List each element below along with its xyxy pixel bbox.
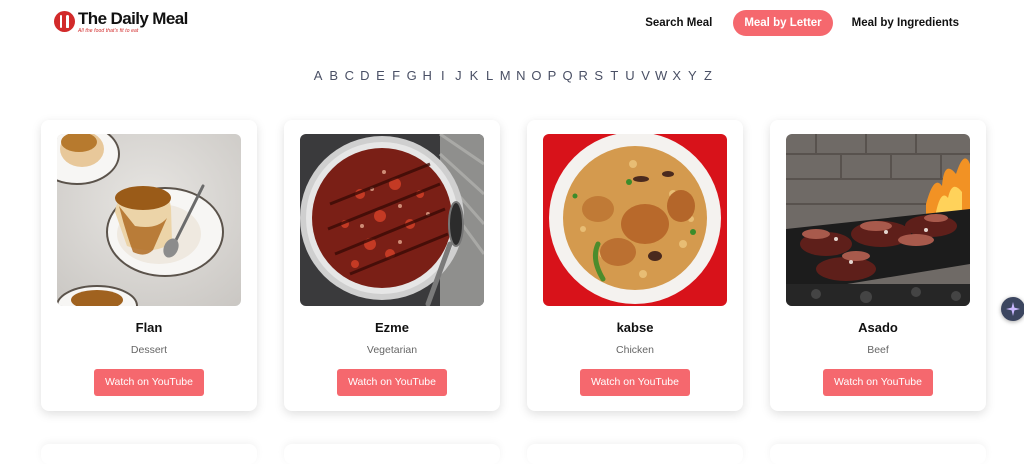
meal-category: Beef (867, 344, 889, 356)
letter-g[interactable]: G (404, 68, 420, 83)
letter-r[interactable]: R (575, 68, 591, 83)
meal-category: Chicken (616, 344, 654, 356)
meal-card-partial (284, 444, 500, 464)
meal-name: Asado (858, 320, 898, 335)
letter-p[interactable]: P (544, 68, 560, 83)
letter-j[interactable]: J (451, 68, 467, 83)
letter-o[interactable]: O (529, 68, 545, 83)
brand-tagline: All the food that's fit to eat (78, 28, 139, 34)
meal-category: Vegetarian (366, 344, 418, 356)
logo[interactable]: The Daily Meal All the food that's fit t… (54, 10, 188, 34)
watch-on-youtube-button[interactable]: Watch on YouTube (580, 369, 690, 396)
letter-v[interactable]: V (638, 68, 654, 83)
letter-d[interactable]: D (357, 68, 373, 83)
meal-name: kabse (616, 320, 654, 335)
letter-e[interactable]: E (373, 68, 389, 83)
meal-name: Flan (135, 320, 163, 335)
assistant-widget-button[interactable] (1001, 297, 1024, 321)
logo-text: The Daily Meal All the food that's fit t… (78, 10, 188, 34)
nav-meal-by-letter[interactable]: Meal by Letter (733, 10, 833, 36)
letter-w[interactable]: W (653, 68, 669, 83)
nav-search-meal[interactable]: Search Meal (634, 10, 723, 36)
letter-q[interactable]: Q (560, 68, 576, 83)
letter-t[interactable]: T (607, 68, 623, 83)
brand-name: The Daily Meal (78, 9, 188, 28)
letter-n[interactable]: N (513, 68, 529, 83)
meal-card-partial (527, 444, 743, 464)
meal-name: Ezme (375, 320, 409, 335)
flan-image[interactable] (57, 134, 241, 306)
letter-z[interactable]: Z (700, 68, 716, 83)
letter-i[interactable]: I (435, 68, 451, 83)
letter-s[interactable]: S (591, 68, 607, 83)
letter-h[interactable]: H (419, 68, 435, 83)
meal-card: Flan Dessert Watch on YouTube (41, 120, 257, 411)
fork-knife-icon (54, 11, 75, 32)
header: The Daily Meal All the food that's fit t… (0, 0, 1024, 46)
meal-card: kabse Chicken Watch on YouTube (527, 120, 743, 411)
letter-m[interactable]: M (497, 68, 513, 83)
letter-x[interactable]: X (669, 68, 685, 83)
meal-card-partial (770, 444, 986, 464)
watch-on-youtube-button[interactable]: Watch on YouTube (94, 369, 204, 396)
meal-card: Ezme Vegetarian Watch on YouTube (284, 120, 500, 411)
ezme-image[interactable] (300, 134, 484, 306)
meal-card: Asado Beef Watch on YouTube (770, 120, 986, 411)
watch-on-youtube-button[interactable]: Watch on YouTube (337, 369, 447, 396)
letter-f[interactable]: F (388, 68, 404, 83)
meal-card-partial (41, 444, 257, 464)
letter-k[interactable]: K (466, 68, 482, 83)
nav-meal-by-ingredients[interactable]: Meal by Ingredients (841, 10, 970, 36)
sparkle-icon (1006, 302, 1020, 316)
kabse-image[interactable] (543, 134, 727, 306)
letter-a[interactable]: A (310, 68, 326, 83)
letter-c[interactable]: C (341, 68, 357, 83)
meal-category: Dessert (130, 344, 168, 356)
letter-b[interactable]: B (326, 68, 342, 83)
watch-on-youtube-button[interactable]: Watch on YouTube (823, 369, 933, 396)
main-nav: Search Meal Meal by Letter Meal by Ingre… (634, 10, 970, 36)
letter-l[interactable]: L (482, 68, 498, 83)
letter-index: ABCDEFGHIJKLMNOPQRSTUVWXYZ (0, 68, 1024, 83)
asado-image[interactable] (786, 134, 970, 306)
letter-u[interactable]: U (622, 68, 638, 83)
letter-y[interactable]: Y (685, 68, 701, 83)
